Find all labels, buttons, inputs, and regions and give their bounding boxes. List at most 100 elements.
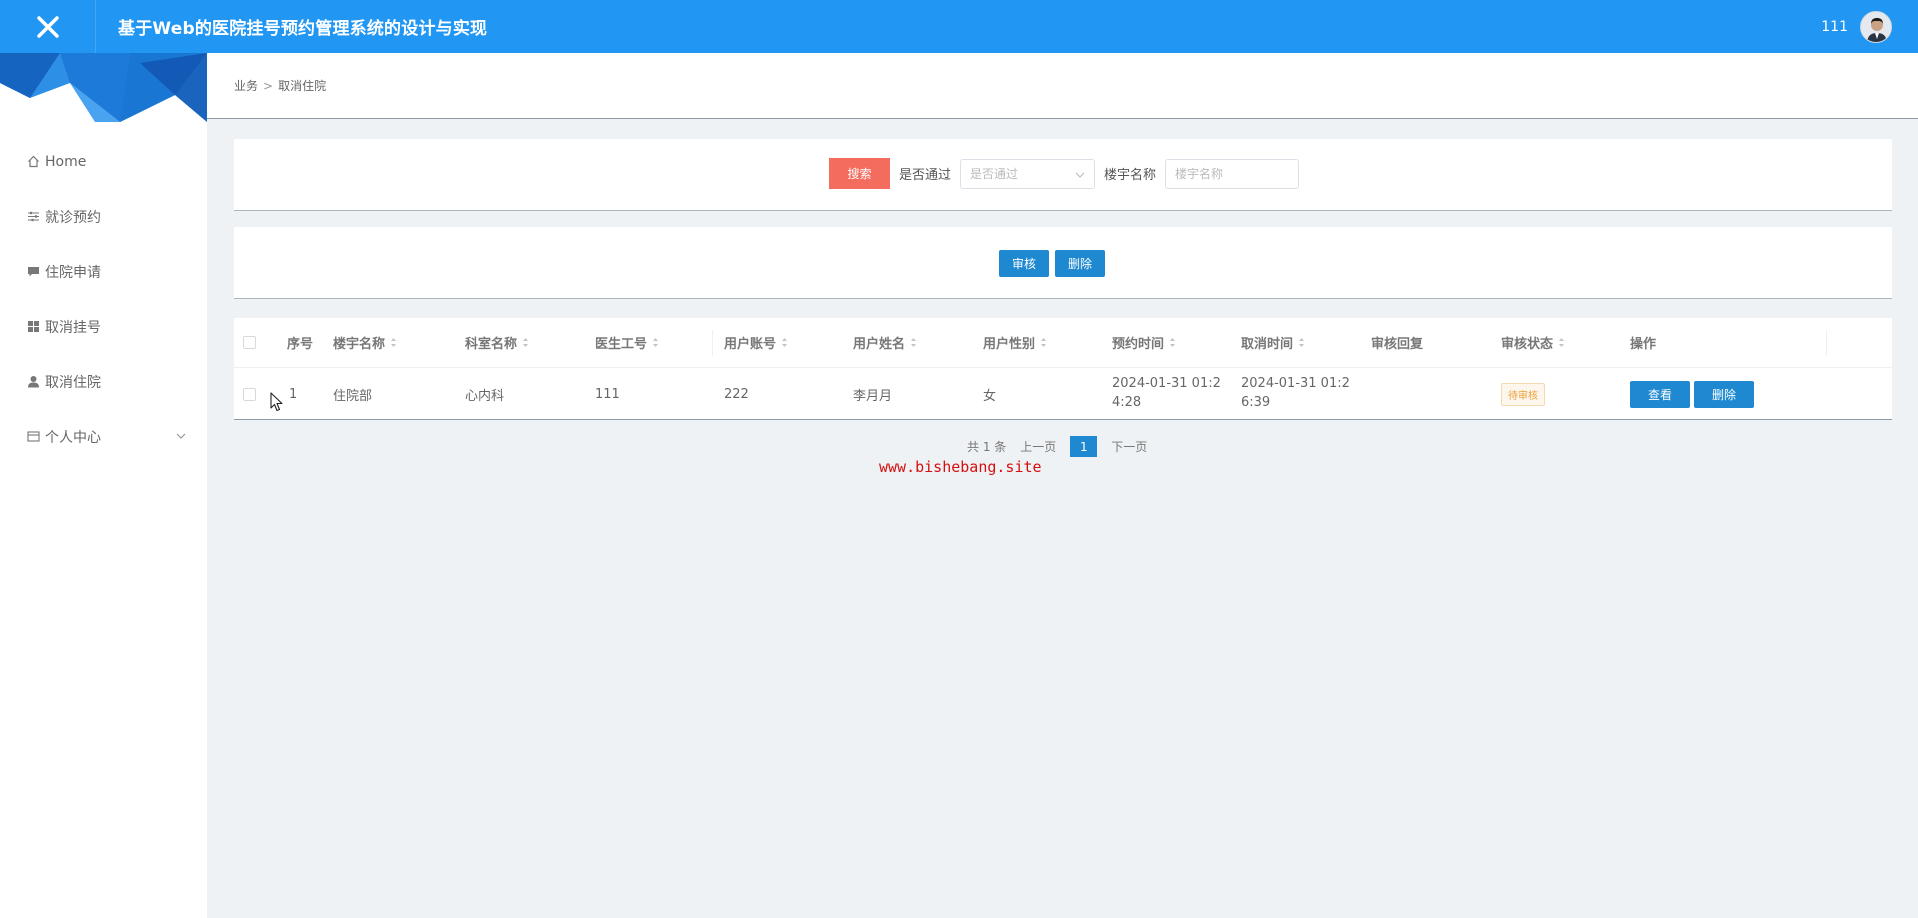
header-label: 操作	[1630, 337, 1657, 352]
user-area: 111	[1821, 0, 1892, 53]
sort-icon[interactable]	[390, 337, 397, 348]
cell-doctor-id: 111	[595, 386, 620, 402]
sliders-icon	[26, 209, 41, 224]
sidebar-item-label: 住院申请	[45, 264, 101, 281]
sidebar-item-label: 就诊预约	[45, 209, 101, 226]
mouse-cursor-icon	[270, 392, 283, 412]
sort-icon[interactable]	[1040, 337, 1047, 348]
avatar[interactable]	[1860, 10, 1892, 43]
grid-icon	[26, 319, 41, 334]
column-divider	[1826, 330, 1827, 356]
sidebar-item-cancel-registration[interactable]: 取消挂号	[0, 299, 207, 354]
cell-review-status: 待审核	[1501, 369, 1545, 419]
chat-icon	[26, 264, 41, 279]
header-doctor-id[interactable]: 医生工号	[595, 318, 659, 367]
status-badge: 待审核	[1501, 382, 1545, 406]
header-label: 用户性别	[983, 337, 1036, 352]
sort-icon[interactable]	[910, 337, 917, 348]
row-checkbox[interactable]	[243, 387, 256, 401]
user-icon	[26, 374, 41, 389]
breadcrumb-parent[interactable]: 业务	[234, 77, 258, 94]
approved-select-placeholder: 是否通过	[970, 167, 1019, 181]
search-button[interactable]: 搜索	[829, 158, 890, 189]
sidebar-menu: Home 就诊预约 住院申请 取消挂号 取消住院 个人中心	[0, 134, 207, 464]
sidebar-banner	[0, 53, 207, 122]
prev-page-button[interactable]: 上一页	[1020, 438, 1056, 455]
sort-icon[interactable]	[1558, 337, 1565, 348]
watermark-text: www.bishebang.site	[879, 458, 1042, 476]
building-name-label: 楼宇名称	[1104, 168, 1157, 183]
header-review-reply: 审核回复	[1371, 318, 1423, 367]
header-building[interactable]: 楼宇名称	[333, 318, 397, 367]
breadcrumb-current: 取消住院	[278, 79, 327, 93]
chevron-down-icon	[1075, 172, 1085, 178]
app-title: 基于Web的医院挂号预约管理系统的设计与实现	[118, 19, 488, 39]
review-button[interactable]: 审核	[999, 250, 1050, 277]
sidebar-item-label: 取消住院	[45, 374, 101, 391]
username[interactable]: 111	[1821, 19, 1848, 35]
header-label: 取消时间	[1241, 337, 1294, 352]
approved-select[interactable]: 是否通过	[960, 158, 1096, 189]
view-button[interactable]: 查看	[1630, 380, 1691, 408]
main-content: 业务 > 取消住院 搜索 是否通过 是否通过 楼宇名称 审核 删除 序号 楼宇名…	[207, 53, 1918, 918]
header-label: 用户账号	[724, 337, 777, 352]
sort-icon[interactable]	[522, 337, 529, 348]
home-icon	[26, 154, 41, 169]
sidebar-item-profile[interactable]: 个人中心	[0, 409, 207, 464]
header-cancel-time[interactable]: 取消时间	[1241, 318, 1305, 367]
cell-appointment-time: 2024-01-31 01:24:28	[1112, 376, 1221, 410]
building-name-input[interactable]	[1165, 158, 1300, 189]
header-index: 序号	[287, 318, 313, 367]
cell-cancel-time: 2024-01-31 01:26:39	[1241, 376, 1350, 410]
row-select-cell	[243, 369, 256, 419]
next-page-button[interactable]: 下一页	[1111, 438, 1147, 455]
approved-label: 是否通过	[899, 168, 952, 183]
close-sidebar-button[interactable]	[0, 0, 96, 53]
sort-icon[interactable]	[1298, 337, 1305, 348]
action-panel: 审核 删除	[234, 227, 1892, 299]
delete-button[interactable]: 删除	[1055, 250, 1106, 277]
cell-building: 住院部	[333, 388, 373, 404]
header-department[interactable]: 科室名称	[465, 318, 529, 367]
page-number-button[interactable]: 1	[1070, 436, 1098, 457]
header-gender[interactable]: 用户性别	[983, 318, 1047, 367]
sidebar-item-label: 个人中心	[45, 429, 101, 446]
sort-icon[interactable]	[1169, 337, 1176, 348]
breadcrumb-separator: >	[263, 78, 274, 93]
sidebar-item-cancel-hospitalization[interactable]: 取消住院	[0, 354, 207, 409]
header-label: 预约时间	[1112, 337, 1165, 352]
avatar-image	[1861, 11, 1891, 42]
sidebar-item-home[interactable]: Home	[0, 134, 207, 189]
column-divider	[712, 330, 713, 356]
table-header: 序号 楼宇名称 科室名称 医生工号 用户账号 用户姓名 用户性别 预约时间 取消…	[234, 318, 1892, 368]
sidebar: Home 就诊预约 住院申请 取消挂号 取消住院 个人中心	[0, 53, 207, 918]
header-operations: 操作	[1630, 318, 1656, 367]
breadcrumb: 业务 > 取消住院	[207, 53, 1918, 119]
row-delete-button[interactable]: 删除	[1694, 380, 1755, 408]
sidebar-item-appointment[interactable]: 就诊预约	[0, 189, 207, 244]
cell-department: 心内科	[465, 388, 505, 404]
header-appointment-time[interactable]: 预约时间	[1112, 318, 1176, 367]
select-all-checkbox[interactable]	[243, 336, 256, 349]
header-label: 楼宇名称	[333, 337, 386, 352]
header-label: 医生工号	[595, 337, 648, 352]
card-icon	[26, 429, 41, 444]
cell-index: 1	[289, 386, 298, 402]
header-label: 科室名称	[465, 337, 518, 352]
search-panel: 搜索 是否通过 是否通过 楼宇名称	[234, 139, 1892, 211]
sidebar-item-label: Home	[45, 153, 87, 170]
header-user-name[interactable]: 用户姓名	[853, 318, 917, 367]
chevron-down-icon	[176, 433, 186, 439]
header-label: 序号	[287, 337, 314, 352]
cell-user-name: 李月月	[853, 388, 893, 404]
header-user-account[interactable]: 用户账号	[724, 318, 788, 367]
table-row: 1 住院部 心内科 111 222 李月月 女 2024-01-31 01:24…	[234, 369, 1892, 419]
sidebar-item-label: 取消挂号	[45, 319, 101, 336]
cell-user-account: 222	[724, 386, 749, 402]
sidebar-item-hospitalization[interactable]: 住院申请	[0, 244, 207, 299]
header-label: 审核状态	[1501, 337, 1554, 352]
data-table: 序号 楼宇名称 科室名称 医生工号 用户账号 用户姓名 用户性别 预约时间 取消…	[234, 318, 1892, 420]
header-review-status[interactable]: 审核状态	[1501, 318, 1565, 367]
sort-icon[interactable]	[781, 337, 788, 348]
sort-icon[interactable]	[652, 337, 659, 348]
